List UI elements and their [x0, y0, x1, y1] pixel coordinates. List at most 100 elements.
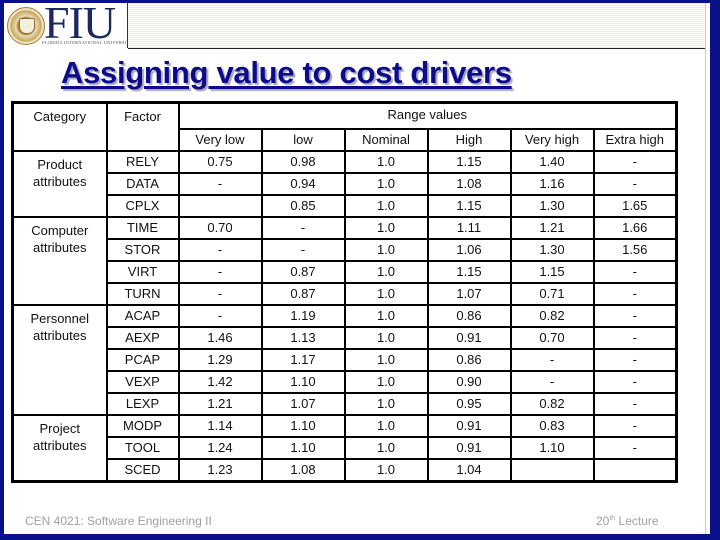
value-cell: -	[177, 260, 263, 284]
cost-drivers-table: Category Factor Range values Very low lo…	[11, 101, 678, 483]
value-cell: 1.0	[343, 458, 429, 483]
header-factor: Factor	[105, 101, 180, 152]
table-row: TOOL 1.24 1.10 1.0 0.91 1.10-	[13, 436, 678, 460]
value-cell	[592, 458, 678, 483]
category-cell: Product attributes	[11, 150, 108, 218]
value-cell: -	[260, 238, 346, 262]
header-level: Very low	[177, 128, 263, 152]
factor-cell: MODP	[105, 414, 180, 438]
value-cell: 1.29	[177, 348, 263, 372]
header-category: Category	[11, 101, 108, 152]
category-label: Product	[37, 157, 83, 172]
header-level: Nominal	[343, 128, 429, 152]
value-cell: -	[592, 304, 678, 328]
factor-cell: STOR	[105, 238, 180, 262]
value-cell: 1.04	[426, 458, 512, 483]
category-label: Personnel	[30, 311, 90, 326]
value-cell: -	[592, 282, 678, 306]
value-cell: 1.0	[343, 194, 429, 218]
footer-lecture: 20th Lecture	[596, 514, 659, 528]
table-row: Computer attributes TIME 0.70-1.0 1.11 1.21 1.…	[11, 216, 678, 306]
value-cell: -	[592, 392, 678, 416]
value-cell: -	[509, 348, 595, 372]
value-cell: 1.19	[260, 304, 346, 328]
value-cell: 1.65	[592, 194, 678, 218]
value-cell: 1.15	[426, 194, 512, 218]
value-cell: -	[592, 326, 678, 350]
value-cell: 1.11	[426, 216, 512, 240]
value-cell: 1.13	[260, 326, 346, 350]
value-cell: -	[592, 436, 678, 460]
table-row: AEXP 1.46 1.13 1.0 0.91 0.70-	[13, 326, 678, 350]
factor-cell: LEXP	[105, 392, 180, 416]
slide-edge-strip	[705, 0, 710, 540]
table-row: PCAP 1.29 1.17 1.0 0.86- -	[13, 348, 678, 372]
factor-cell: CPLX	[105, 194, 180, 218]
value-cell: -	[509, 370, 595, 394]
value-cell: 1.0	[343, 216, 429, 240]
header-level: Very high	[509, 128, 595, 152]
table-row: Project attributes MODP 1.14 1.10 1.0 0.91 0.83…	[11, 414, 678, 483]
value-cell: 1.10	[260, 414, 346, 438]
value-cell: 1.0	[343, 392, 429, 416]
value-cell: 1.42	[177, 370, 263, 394]
value-cell: 1.66	[592, 216, 678, 240]
category-label: attributes	[33, 240, 87, 255]
category-label: attributes	[33, 438, 87, 453]
value-cell: 1.15	[426, 150, 512, 174]
factor-cell: SCED	[105, 458, 180, 483]
factor-cell: TOOL	[105, 436, 180, 460]
value-cell: 0.75	[177, 150, 263, 174]
value-cell: 1.10	[260, 370, 346, 394]
value-cell: -	[177, 304, 263, 328]
category-label: Computer	[31, 223, 89, 238]
value-cell: -	[592, 370, 678, 394]
table-row: CPLX 0.85 1.0 1.15 1.30 1.65	[13, 194, 678, 218]
value-cell: 0.82	[509, 304, 595, 328]
header-level: High	[426, 128, 512, 152]
value-cell: 1.15	[426, 260, 512, 284]
value-cell: -	[177, 282, 263, 306]
value-cell: 1.06	[426, 238, 512, 262]
header-level: Extra high	[592, 128, 678, 152]
factor-cell: DATA	[105, 172, 180, 196]
value-cell: 0.98	[260, 150, 346, 174]
value-cell: 0.82	[509, 392, 595, 416]
value-cell: 1.10	[509, 436, 595, 460]
value-cell: 0.70	[177, 216, 263, 240]
header-divider	[128, 48, 710, 49]
table-header-row: Category Factor Range values	[11, 101, 678, 152]
table-row: Product attributes RELY 0.75 0.98 1.0 1.15 1.40…	[11, 150, 678, 218]
value-cell: -	[592, 172, 678, 196]
factor-cell: TURN	[105, 282, 180, 306]
value-cell: 1.0	[343, 150, 429, 174]
value-cell: 1.15	[509, 260, 595, 284]
value-cell: 0.94	[260, 172, 346, 196]
fiu-logo: FIU FLORIDA INTERNATIONAL UNIVERSITY	[4, 0, 133, 48]
value-cell: 0.86	[426, 304, 512, 328]
value-cell: 1.30	[509, 194, 595, 218]
value-cell: 1.07	[426, 282, 512, 306]
value-cell: -	[260, 216, 346, 240]
table-row: VEXP 1.42 1.10 1.0 0.90- -	[13, 370, 678, 394]
value-cell: 0.71	[509, 282, 595, 306]
table-row: DATA -0.94 1.0 1.08 1.16-	[13, 172, 678, 196]
lecture-number: 20	[596, 514, 610, 528]
value-cell: 1.56	[592, 238, 678, 262]
factor-cell: VEXP	[105, 370, 180, 394]
value-cell: 1.0	[343, 326, 429, 350]
value-cell: 1.30	[509, 238, 595, 262]
value-cell	[177, 194, 263, 218]
value-cell: 1.21	[177, 392, 263, 416]
value-cell: 1.0	[343, 172, 429, 196]
factor-cell: AEXP	[105, 326, 180, 350]
value-cell: 1.0	[343, 436, 429, 460]
value-cell: 0.91	[426, 436, 512, 460]
value-cell: -	[592, 414, 678, 438]
value-cell: 1.40	[509, 150, 595, 174]
value-cell: 1.16	[509, 172, 595, 196]
value-cell: 0.85	[260, 194, 346, 218]
category-cell: Computer attributes	[11, 216, 108, 306]
value-cell: 1.0	[343, 260, 429, 284]
value-cell: 0.87	[260, 282, 346, 306]
